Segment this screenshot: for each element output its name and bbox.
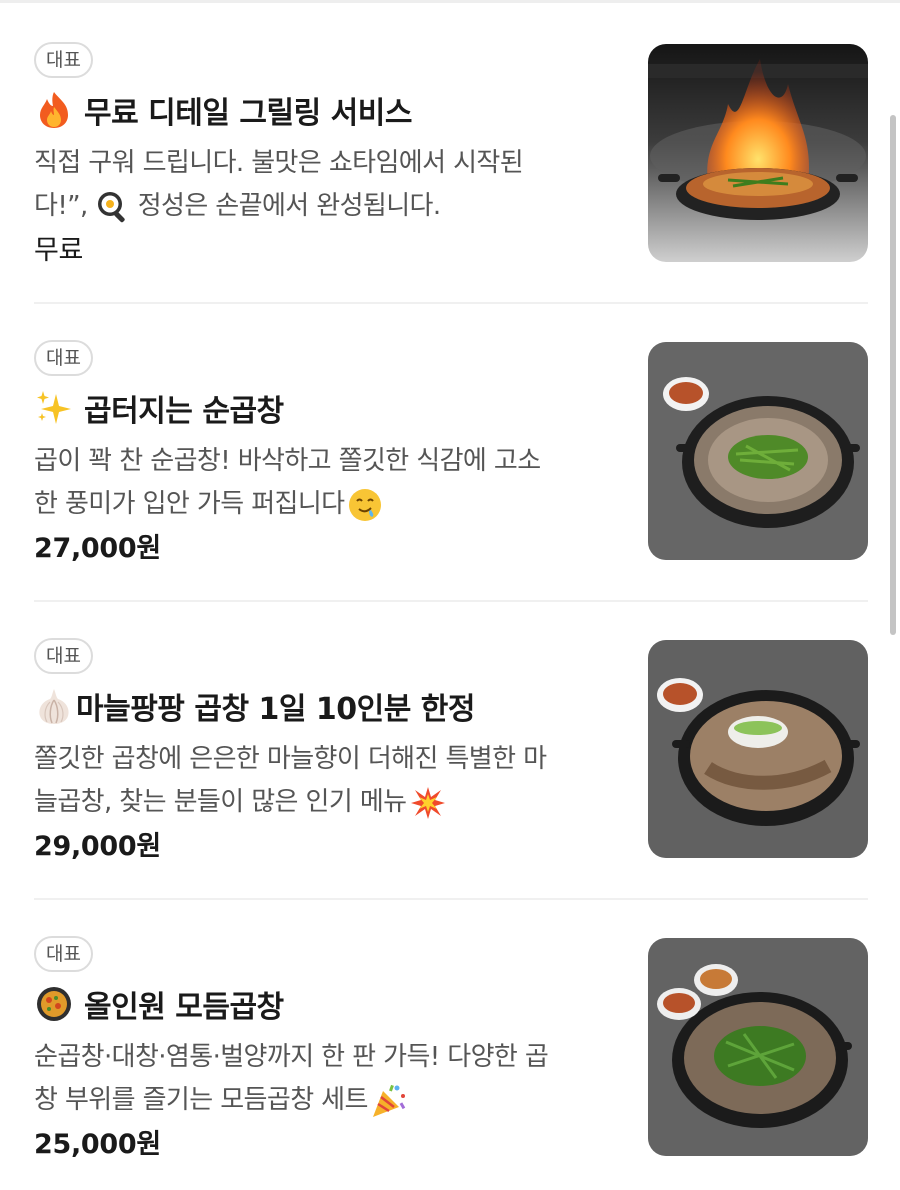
menu-title: 올인원 모듬곱창: [84, 990, 284, 1025]
featured-badge: 대표: [34, 936, 93, 972]
collision-icon: [410, 785, 446, 821]
menu-title-row: 올인원 모듬곱창: [34, 982, 634, 1026]
desc-text: 정성은 손끝에서 완성됩니다.: [137, 191, 441, 221]
fire-icon: [34, 90, 74, 130]
desc-text: 한 풍미가 입안 가득 퍼집니다: [34, 489, 345, 519]
featured-badge: 대표: [34, 340, 93, 376]
garlic-icon: [34, 686, 74, 726]
menu-description: 쫄깃한 곱창에 은은한 마늘향이 더해진 특별한 마 늘곱창, 찾는 분들이 많…: [34, 738, 624, 824]
paella-pan-icon: [34, 984, 74, 1024]
menu-price: 29,000원: [34, 831, 161, 862]
featured-badge: 대표: [34, 638, 93, 674]
desc-text: 다!”,: [34, 191, 88, 221]
menu-title: 곱터지는 순곱창: [84, 394, 284, 429]
menu-price: 27,000원: [34, 533, 161, 564]
desc-line: 직접 구워 드립니다. 불맛은 쇼타임에서 시작된: [34, 148, 524, 178]
menu-item-garlic-gopchang[interactable]: 대표 마늘팡팡 곱창 1일 10인분 한정 쫄깃한 곱창에 은은한 마늘향이 더…: [34, 600, 868, 900]
desc-line: 늘곱창, 찾는 분들이 많은 인기 메뉴: [34, 781, 624, 824]
desc-line: 다!”, 정성은 손끝에서 완성됩니다.: [34, 185, 624, 228]
menu-item-grilling-service[interactable]: 대표 무료 디테일 그릴링 서비스 직접 구워 드립니다. 불맛은 쇼타임에서 …: [34, 4, 868, 304]
desc-text: 창 부위를 즐기는 모듬곱창 세트: [34, 1085, 368, 1115]
menu-description: 직접 구워 드립니다. 불맛은 쇼타임에서 시작된 다!”, 정성은 손끝에서 …: [34, 142, 624, 228]
drooling-face-icon: [347, 487, 383, 523]
menu-price: 무료: [34, 235, 84, 266]
desc-text: 늘곱창, 찾는 분들이 많은 인기 메뉴: [34, 787, 407, 817]
desc-line: 쫄깃한 곱창에 은은한 마늘향이 더해진 특별한 마: [34, 744, 547, 774]
menu-photo[interactable]: [648, 44, 868, 262]
menu-item-sun-gopchang[interactable]: 대표 곱터지는 순곱창 곱이 꽉 찬 순곱창! 바삭하고 쫄깃한 식감에 고소 …: [34, 302, 868, 602]
menu-photo[interactable]: [648, 640, 868, 858]
desc-line: 곱이 꽉 찬 순곱창! 바삭하고 쫄깃한 식감에 고소: [34, 446, 541, 476]
party-popper-icon: [370, 1082, 408, 1120]
scrollbar[interactable]: [890, 115, 896, 635]
menu-photo[interactable]: [648, 938, 868, 1156]
menu-title-row: 곱터지는 순곱창: [34, 386, 634, 430]
featured-badge: 대표: [34, 42, 93, 78]
sparkles-icon: [34, 388, 74, 428]
top-divider: [0, 0, 900, 3]
desc-line: 순곱창·대창·염통·벌양까지 한 판 가득! 다양한 곱: [34, 1042, 549, 1072]
menu-title: 마늘팡팡 곱창 1일 10인분 한정: [76, 692, 476, 727]
frying-pan-icon: [96, 190, 130, 224]
desc-line: 창 부위를 즐기는 모듬곱창 세트: [34, 1079, 624, 1122]
menu-title-row: 마늘팡팡 곱창 1일 10인분 한정: [34, 684, 634, 728]
menu-price: 25,000원: [34, 1129, 161, 1160]
menu-title-row: 무료 디테일 그릴링 서비스: [34, 88, 634, 132]
menu-description: 곱이 꽉 찬 순곱창! 바삭하고 쫄깃한 식감에 고소 한 풍미가 입안 가득 …: [34, 440, 624, 526]
menu-photo[interactable]: [648, 342, 868, 560]
menu-description: 순곱창·대창·염통·벌양까지 한 판 가득! 다양한 곱 창 부위를 즐기는 모…: [34, 1036, 624, 1122]
desc-line: 한 풍미가 입안 가득 퍼집니다: [34, 483, 624, 526]
menu-item-assorted-gopchang[interactable]: 대표 올인원 모듬곱창 순곱창·대창·염통·벌양까지 한 판 가득! 다양한 곱…: [34, 898, 868, 1190]
menu-title: 무료 디테일 그릴링 서비스: [84, 96, 412, 131]
